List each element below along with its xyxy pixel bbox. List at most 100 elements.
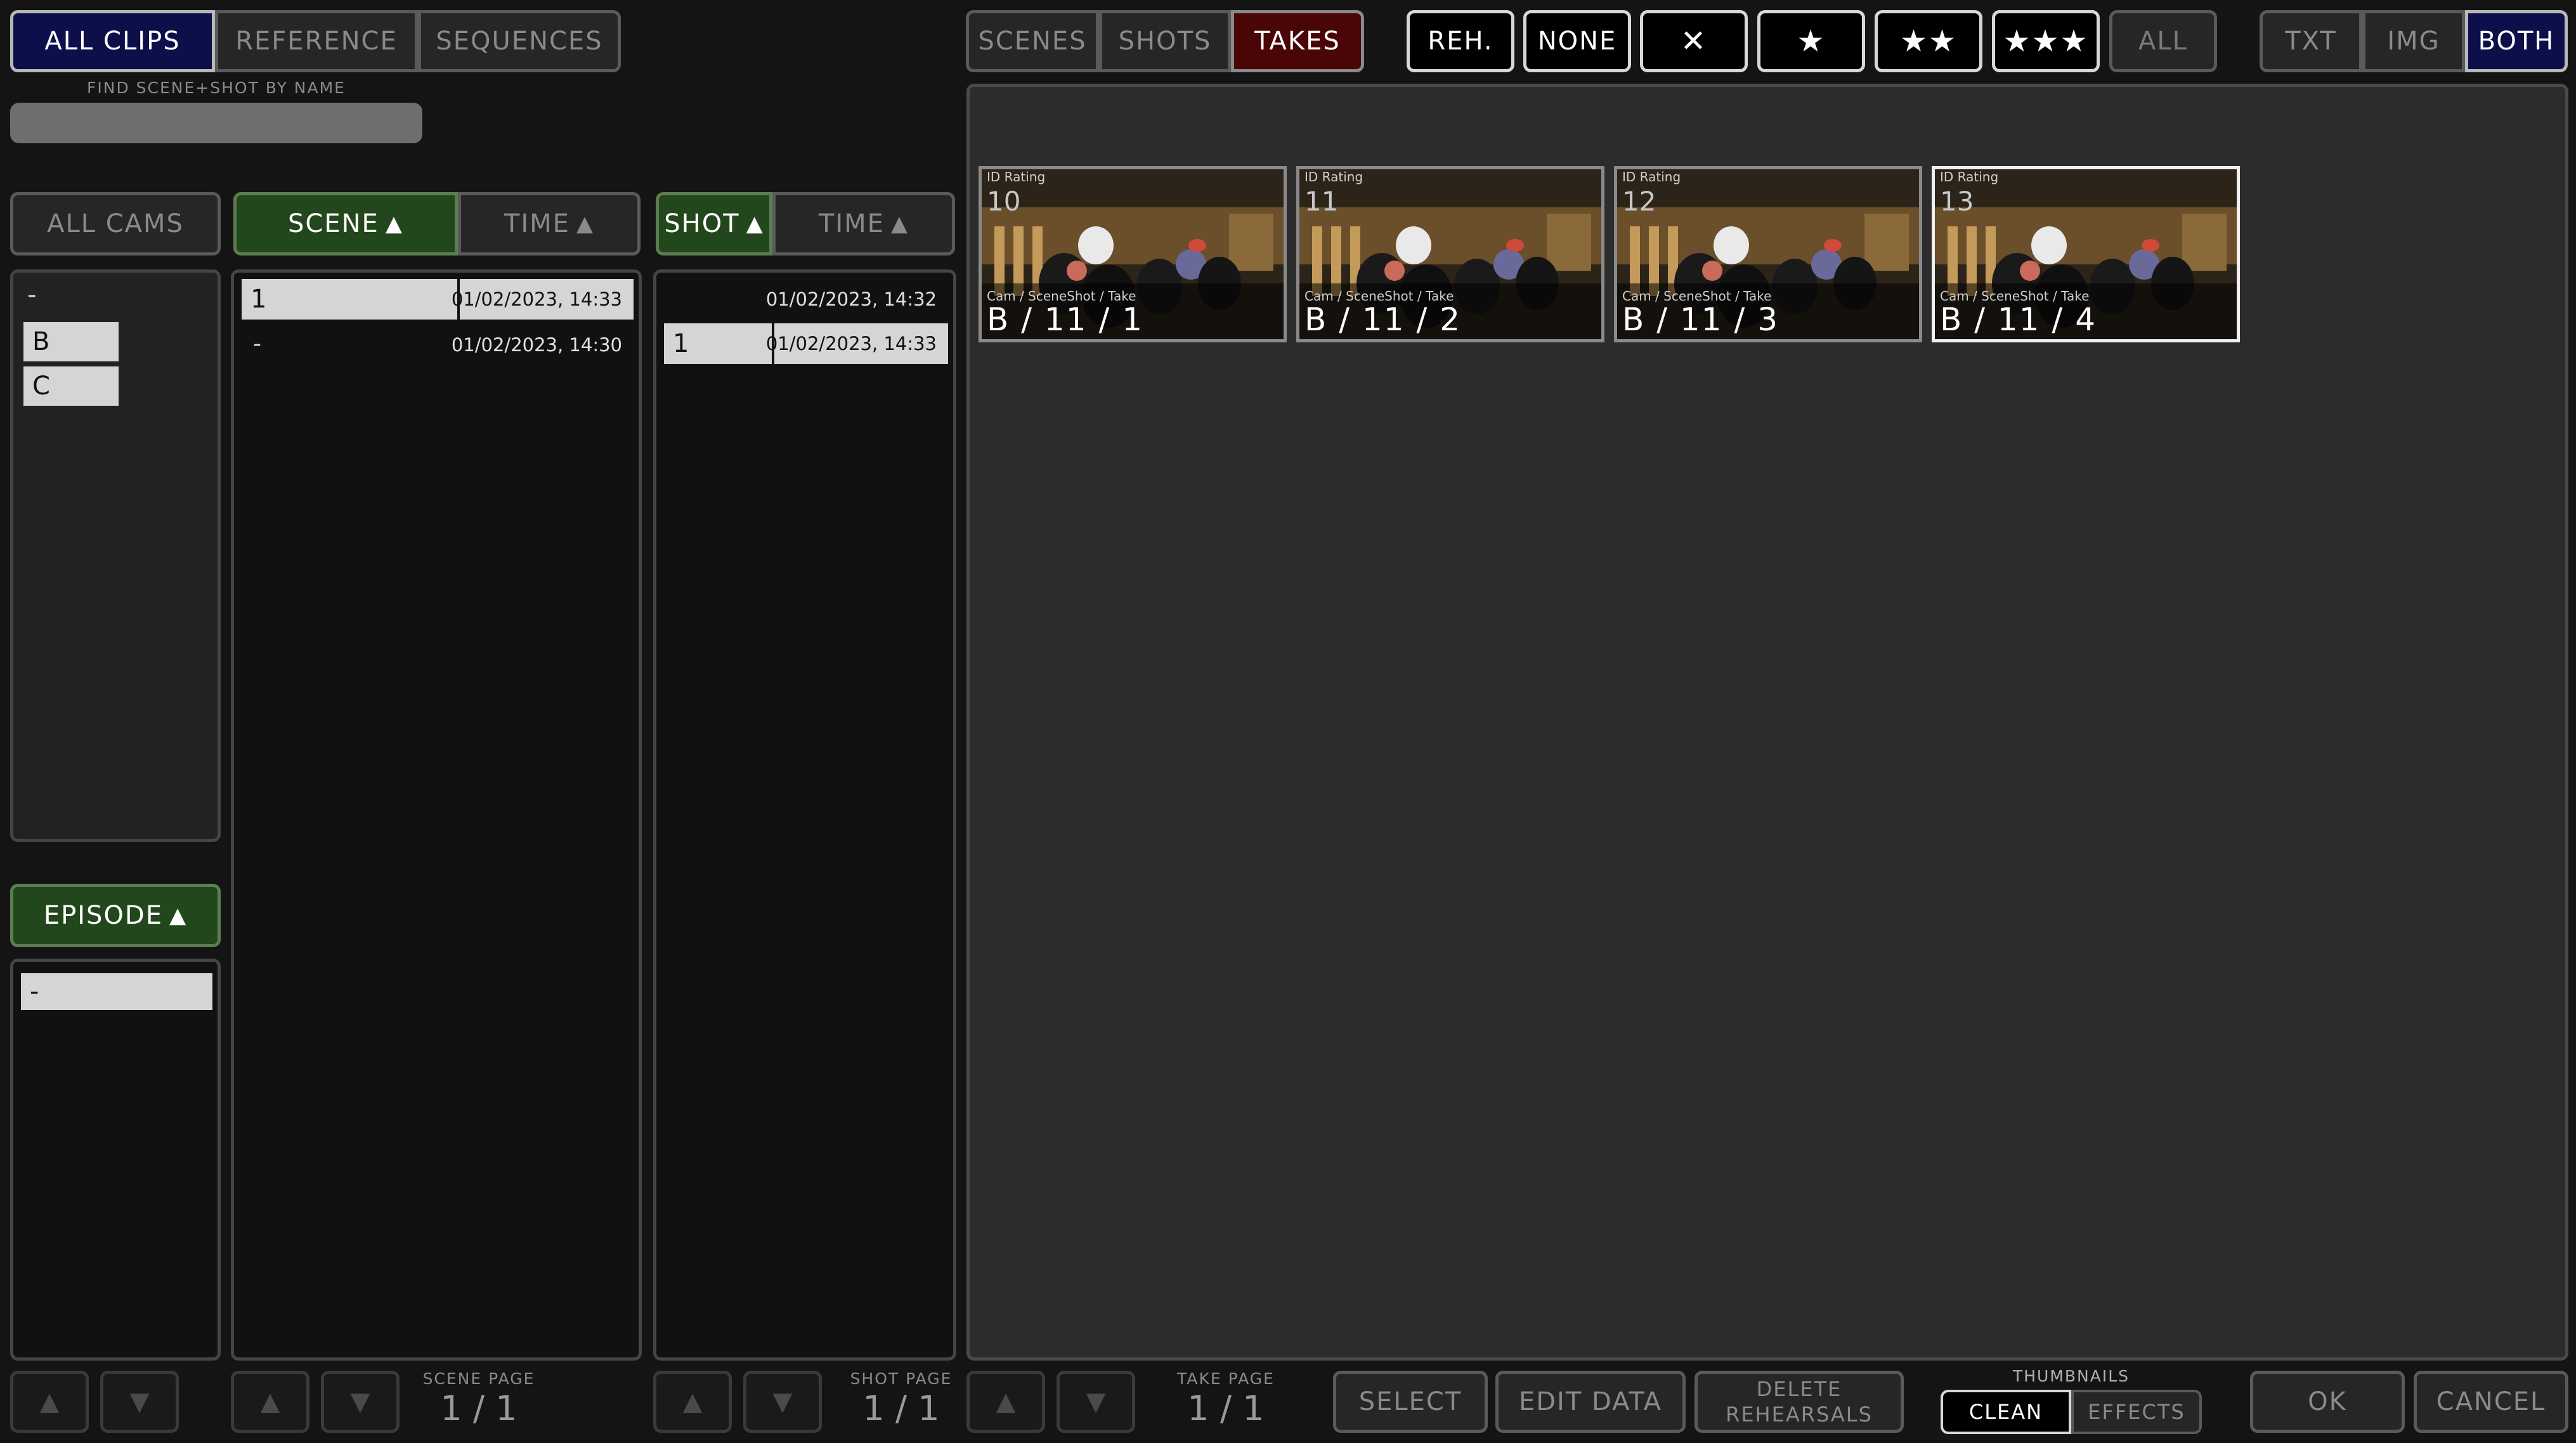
filter-three-star-button[interactable]: ★★★ xyxy=(1992,10,2100,72)
filter-all-button[interactable]: ALL xyxy=(2109,10,2217,72)
mode-img-button[interactable]: IMG xyxy=(2362,10,2465,72)
cam-item-b[interactable]: B xyxy=(23,322,119,361)
rehearsals-label: REHEARSALS xyxy=(1726,1402,1873,1427)
take-page-number: 1 / 1 xyxy=(1187,1388,1265,1428)
sort-time-label: TIME xyxy=(504,209,570,238)
cam-item-c[interactable]: C xyxy=(23,366,119,406)
filter-two-star-button[interactable]: ★★ xyxy=(1875,10,1982,72)
delete-label: DELETE xyxy=(1756,1377,1842,1401)
arrow-down-icon: ▼ xyxy=(1086,1387,1106,1416)
tab-scenes[interactable]: SCENES xyxy=(966,10,1099,72)
take-id: 10 xyxy=(987,186,1021,217)
arrow-up-icon: ▲ xyxy=(39,1387,60,1416)
take-page-down-button[interactable]: ▼ xyxy=(1057,1371,1135,1433)
take-cam-scene-take: B / 11 / 4 xyxy=(1940,301,2097,338)
scene-page-number: 1 / 1 xyxy=(440,1388,517,1428)
cams-page-down-button[interactable]: ▼ xyxy=(100,1371,179,1433)
shot-page-label: SHOT PAGE xyxy=(850,1369,953,1388)
take-cam-scene-take: B / 11 / 3 xyxy=(1622,301,1779,338)
scene-page-label: SCENE PAGE xyxy=(422,1369,535,1388)
tab-sequences[interactable]: SEQUENCES xyxy=(418,10,621,72)
sort-scene-button[interactable]: SCENE ▲ xyxy=(233,192,458,256)
arrow-down-icon: ▼ xyxy=(129,1387,150,1416)
table-row[interactable]: 1 01/02/2023, 14:33 xyxy=(664,323,948,364)
scene-time: 01/02/2023, 14:33 xyxy=(452,279,634,320)
take-id-label: ID Rating xyxy=(987,169,1046,184)
filter-rehearsal-button[interactable]: REH. xyxy=(1407,10,1514,72)
episode-header: EPISODE xyxy=(43,901,163,930)
take-id: 13 xyxy=(1940,186,1974,217)
cams-page-up-button[interactable]: ▲ xyxy=(10,1371,89,1433)
table-row[interactable]: 1 01/02/2023, 14:33 xyxy=(242,279,634,320)
scene-page-down-button[interactable]: ▼ xyxy=(321,1371,400,1433)
thumbnails-effects-button[interactable]: EFFECTS xyxy=(2071,1390,2202,1434)
tab-takes[interactable]: TAKES xyxy=(1231,10,1364,72)
cam-item-none[interactable]: - xyxy=(27,280,36,309)
take-thumbnail[interactable]: ID Rating 12 Cam / SceneShot / Take B / 11 … xyxy=(1614,166,1922,342)
shot-page-number: 1 / 1 xyxy=(862,1388,940,1428)
take-page-up-button[interactable]: ▲ xyxy=(966,1371,1045,1433)
sort-shot-label: SHOT xyxy=(664,209,740,238)
take-id-label: ID Rating xyxy=(1940,169,1999,184)
sort-up-icon: ▲ xyxy=(576,211,595,236)
tab-all-clips[interactable]: ALL CLIPS xyxy=(10,10,215,72)
shot-time: 01/02/2023, 14:33 xyxy=(766,323,948,364)
episode-list: - xyxy=(10,959,221,1361)
search-input[interactable] xyxy=(10,103,422,143)
table-row[interactable]: 01/02/2023, 14:32 xyxy=(664,279,948,320)
sort-up-icon: ▲ xyxy=(746,211,764,236)
scene-name: - xyxy=(253,331,261,357)
tab-reference[interactable]: REFERENCE xyxy=(215,10,418,72)
mode-txt-button[interactable]: TXT xyxy=(2260,10,2362,72)
take-id-label: ID Rating xyxy=(1622,169,1681,184)
select-button[interactable]: SELECT xyxy=(1333,1371,1488,1433)
search-label: FIND SCENE+SHOT BY NAME xyxy=(87,79,346,97)
sort-up-icon: ▲ xyxy=(890,211,909,236)
take-thumbnail[interactable]: ID Rating 10 Cam / SceneShot / Take B / 11 … xyxy=(979,166,1287,342)
shot-page-down-button[interactable]: ▼ xyxy=(743,1371,822,1433)
take-id: 12 xyxy=(1622,186,1656,217)
scene-list: 1 01/02/2023, 14:33 - 01/02/2023, 14:30 xyxy=(231,269,642,1361)
take-cam-scene-take: B / 11 / 2 xyxy=(1304,301,1462,338)
take-id: 11 xyxy=(1304,186,1339,217)
delete-rehearsals-button[interactable]: DELETE REHEARSALS xyxy=(1695,1371,1904,1433)
filter-none-button[interactable]: NONE xyxy=(1523,10,1631,72)
arrow-down-icon: ▼ xyxy=(772,1387,793,1416)
take-id-label: ID Rating xyxy=(1304,169,1363,184)
shot-page-up-button[interactable]: ▲ xyxy=(653,1371,732,1433)
episode-item[interactable]: - xyxy=(21,973,212,1010)
take-thumbnail[interactable]: ID Rating 13 Cam / SceneShot / Take B / 11 … xyxy=(1932,166,2240,342)
tab-shots[interactable]: SHOTS xyxy=(1099,10,1231,72)
sort-scene-label: SCENE xyxy=(288,209,379,238)
sort-shot-button[interactable]: SHOT ▲ xyxy=(656,192,772,256)
shot-time: 01/02/2023, 14:32 xyxy=(765,288,937,310)
mode-both-button[interactable]: BOTH xyxy=(2465,10,2568,72)
sort-scene-time-button[interactable]: TIME ▲ xyxy=(458,192,641,256)
sort-shot-time-button[interactable]: TIME ▲ xyxy=(772,192,955,256)
scene-name: 1 xyxy=(242,279,457,320)
arrow-up-icon: ▲ xyxy=(996,1387,1016,1416)
take-page-label: TAKE PAGE xyxy=(1177,1369,1275,1388)
thumbnails-label: THUMBNAILS xyxy=(2012,1367,2130,1385)
scene-page-up-button[interactable]: ▲ xyxy=(231,1371,309,1433)
sort-up-icon: ▲ xyxy=(385,211,403,236)
filter-one-star-button[interactable]: ★ xyxy=(1757,10,1865,72)
sort-up-icon: ▲ xyxy=(169,903,188,928)
cams-list: - B C xyxy=(10,269,221,842)
arrow-down-icon: ▼ xyxy=(350,1387,370,1416)
sort-time-label: TIME xyxy=(818,209,885,238)
cancel-button[interactable]: CANCEL xyxy=(2414,1371,2568,1433)
ok-button[interactable]: OK xyxy=(2250,1371,2405,1433)
shot-list: 01/02/2023, 14:32 1 01/02/2023, 14:33 xyxy=(653,269,956,1361)
thumbnails-clean-button[interactable]: CLEAN xyxy=(1941,1390,2071,1434)
take-thumbnail[interactable]: ID Rating 11 Cam / SceneShot / Take B / 11 … xyxy=(1296,166,1604,342)
arrow-up-icon: ▲ xyxy=(682,1387,703,1416)
table-row[interactable]: - 01/02/2023, 14:30 xyxy=(242,325,634,365)
all-cams-button[interactable]: ALL CAMS xyxy=(10,192,221,256)
take-cam-scene-take: B / 11 / 1 xyxy=(987,301,1144,338)
arrow-up-icon: ▲ xyxy=(260,1387,280,1416)
edit-data-button[interactable]: EDIT DATA xyxy=(1495,1371,1686,1433)
episode-sort-button[interactable]: EPISODE ▲ xyxy=(10,884,221,947)
filter-rejected-button[interactable]: ✕ xyxy=(1640,10,1748,72)
shot-name: 1 xyxy=(664,323,772,364)
